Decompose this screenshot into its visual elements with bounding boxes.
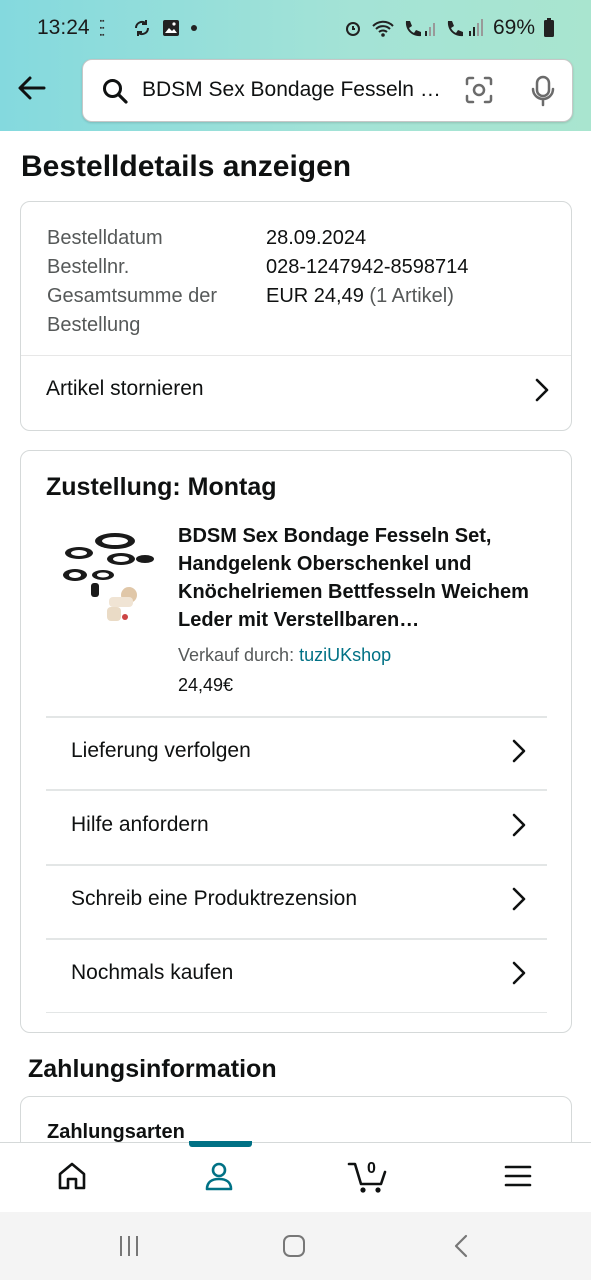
product-image[interactable] [49,525,159,629]
order-total-amount: EUR 24,49 [266,285,364,307]
call-signal-2-icon [445,18,485,38]
active-tab-indicator [189,1141,252,1147]
payment-section-title: Zahlungsinformation [28,1055,277,1083]
wifi-icon [371,18,395,38]
menu-icon[interactable] [504,1164,532,1193]
microphone-icon[interactable] [528,75,558,112]
battery-icon [543,18,555,38]
order-number-label: Bestellnr. [47,256,130,278]
delivery-title: Zustellung: Montag [46,473,277,501]
seller-info: Verkauf durch: tuziUKshop [178,645,391,666]
chevron-right-icon [511,812,527,843]
search-input[interactable]: BDSM Sex Bondage Fesseln Set [142,78,442,102]
chevron-right-icon [534,377,550,408]
order-total-label: Gesamtsumme der Bestellung [47,282,266,340]
alarm-icon [343,18,363,38]
write-review-link[interactable]: Schreib eine Produktrezension [71,887,357,911]
order-date-label: Bestelldatum [47,227,163,249]
home-button-icon[interactable] [282,1234,306,1263]
divider [21,355,571,356]
write-review-label: Schreib eine Produktrezension [71,887,358,910]
status-bar: 13:24 ▪▪ ▪▪ ▪▪ 69% [0,0,591,56]
get-help-label: Hilfe anfordern [71,813,209,836]
dot-icon [190,24,198,32]
chevron-right-icon [511,886,527,917]
home-icon[interactable] [56,1160,88,1197]
search-bar[interactable]: BDSM Sex Bondage Fesseln Set [82,59,573,122]
order-total-label-line2: Bestellung [47,314,141,336]
divider [46,864,547,866]
battery-percent: 69% [492,16,535,39]
divider [46,1012,547,1013]
back-button-icon[interactable] [451,1233,471,1264]
order-total-value: EUR 24,49 (1 Artikel) [266,282,454,340]
order-info-grid: Bestelldatum 28.09.2024 Bestellnr. 028-1… [47,224,547,340]
app-notification-icon: ▪▪ ▪▪ ▪▪ [99,17,105,39]
call-signal-1-icon [403,18,437,38]
bottom-navigation [0,1141,591,1212]
divider [46,938,547,940]
delivery-card: Zustellung: Montag BDSM Sex Bondage Fess… [20,450,572,1033]
gallery-icon [162,19,180,37]
back-arrow-icon[interactable] [16,72,48,104]
buy-again-label: Nochmals kaufen [71,961,234,984]
order-date-value: 28.09.2024 [266,227,367,249]
sync-icon [132,18,152,38]
chevron-right-icon [511,960,527,991]
seller-link[interactable]: tuziUKshop [299,645,391,665]
order-total-items: (1 Artikel) [369,285,454,307]
search-icon [101,77,129,110]
system-navigation-bar [0,1212,591,1280]
track-delivery-link[interactable]: Lieferung verfolgen [71,739,251,763]
recent-apps-icon[interactable] [117,1234,141,1263]
chevron-right-icon [511,738,527,769]
buy-again-link[interactable]: Nochmals kaufen [71,961,233,985]
account-icon[interactable] [203,1160,235,1197]
app-header: 13:24 ▪▪ ▪▪ ▪▪ 69% BDSM Sex Bondage Fess… [0,0,591,131]
status-time: 13:24 [37,16,90,39]
seller-prefix: Verkauf durch: [178,645,295,665]
camera-lens-icon[interactable] [464,75,494,110]
order-total-label-line1: Gesamtsumme der [47,285,218,307]
divider [46,716,547,718]
order-number-value: 028-1247942-8598714 [266,256,469,278]
order-summary-card: Bestelldatum 28.09.2024 Bestellnr. 028-1… [20,201,572,431]
product-title-link[interactable]: BDSM Sex Bondage Fesseln Set, Handgelenk… [178,522,548,634]
page-title: Bestelldetails anzeigen [21,150,352,183]
product-price: 24,49€ [178,675,234,695]
divider [46,789,547,791]
payment-methods-title: Zahlungsarten [47,1121,185,1143]
cancel-items-link[interactable]: Artikel stornieren [46,377,204,401]
get-help-link[interactable]: Hilfe anfordern [71,813,209,837]
cart-count-badge: 0 [367,1160,376,1177]
cancel-items-label: Artikel stornieren [46,377,204,400]
track-delivery-label: Lieferung verfolgen [71,739,251,762]
